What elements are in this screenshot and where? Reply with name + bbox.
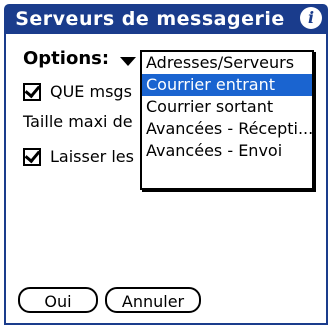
taille-row: Taille maxi de — [23, 112, 133, 131]
laisser-checkbox[interactable] — [23, 147, 41, 166]
que-msgs-checkbox[interactable] — [23, 82, 41, 101]
menu-item-adresses-serveurs[interactable]: Adresses/Serveurs — [142, 52, 312, 74]
ok-button[interactable]: Oui — [18, 287, 98, 313]
que-msgs-label: QUE msgs — [50, 82, 132, 101]
menu-item-courrier-entrant[interactable]: Courrier entrant — [142, 74, 312, 96]
info-icon[interactable]: i — [300, 7, 322, 29]
menu-item-courrier-sortant[interactable]: Courrier sortant — [142, 96, 312, 118]
window-title: Serveurs de messagerie — [15, 8, 285, 30]
options-dropdown-menu: Adresses/Serveurs Courrier entrant Courr… — [140, 50, 314, 190]
laisser-row: Laisser les — [23, 147, 134, 166]
menu-item-avancees-envoi[interactable]: Avancées - Envoi — [142, 140, 312, 162]
cancel-button[interactable]: Annuler — [105, 287, 201, 313]
laisser-label: Laisser les — [50, 147, 134, 166]
title-bar: Serveurs de messagerie i — [4, 4, 328, 34]
que-msgs-row: QUE msgs — [23, 82, 132, 101]
dropdown-arrow-icon — [120, 57, 136, 66]
options-label: Options: — [23, 48, 110, 69]
menu-item-avancees-reception[interactable]: Avancées - Récepti... — [142, 118, 312, 140]
taille-label: Taille maxi de — [23, 112, 133, 131]
options-dropdown-trigger[interactable] — [116, 53, 140, 69]
